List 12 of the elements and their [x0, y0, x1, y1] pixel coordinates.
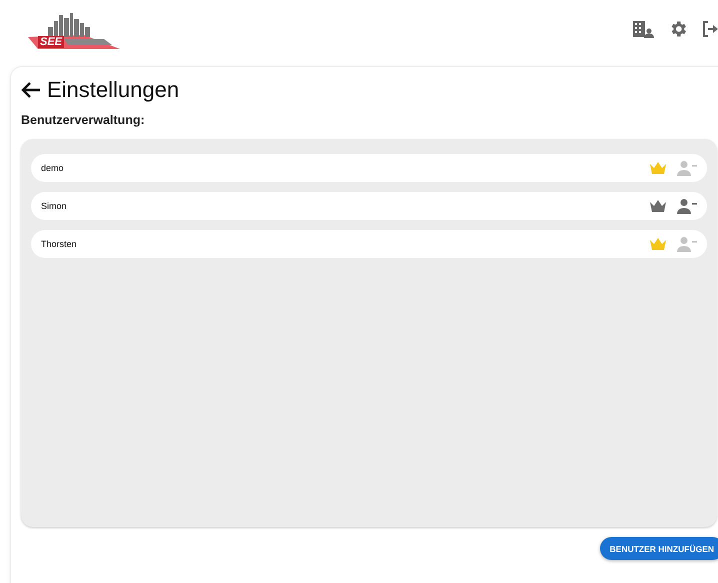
remove-user-icon[interactable] — [677, 198, 697, 214]
logo-drawing: SEE — [24, 13, 120, 49]
building-user-icon[interactable] — [632, 19, 654, 39]
user-name: Thorsten — [41, 239, 78, 249]
add-user-button[interactable]: BENUTZER HINZUFÜGEN — [600, 537, 718, 560]
crown-icon[interactable] — [649, 199, 667, 213]
user-name: demo — [41, 163, 65, 173]
back-arrow-icon[interactable] — [21, 81, 41, 99]
page-title: Einstellungen — [47, 77, 180, 103]
section-heading: Benutzerverwaltung: — [21, 113, 146, 127]
user-name: Simon — [41, 201, 68, 211]
logout-icon[interactable] — [702, 19, 718, 39]
